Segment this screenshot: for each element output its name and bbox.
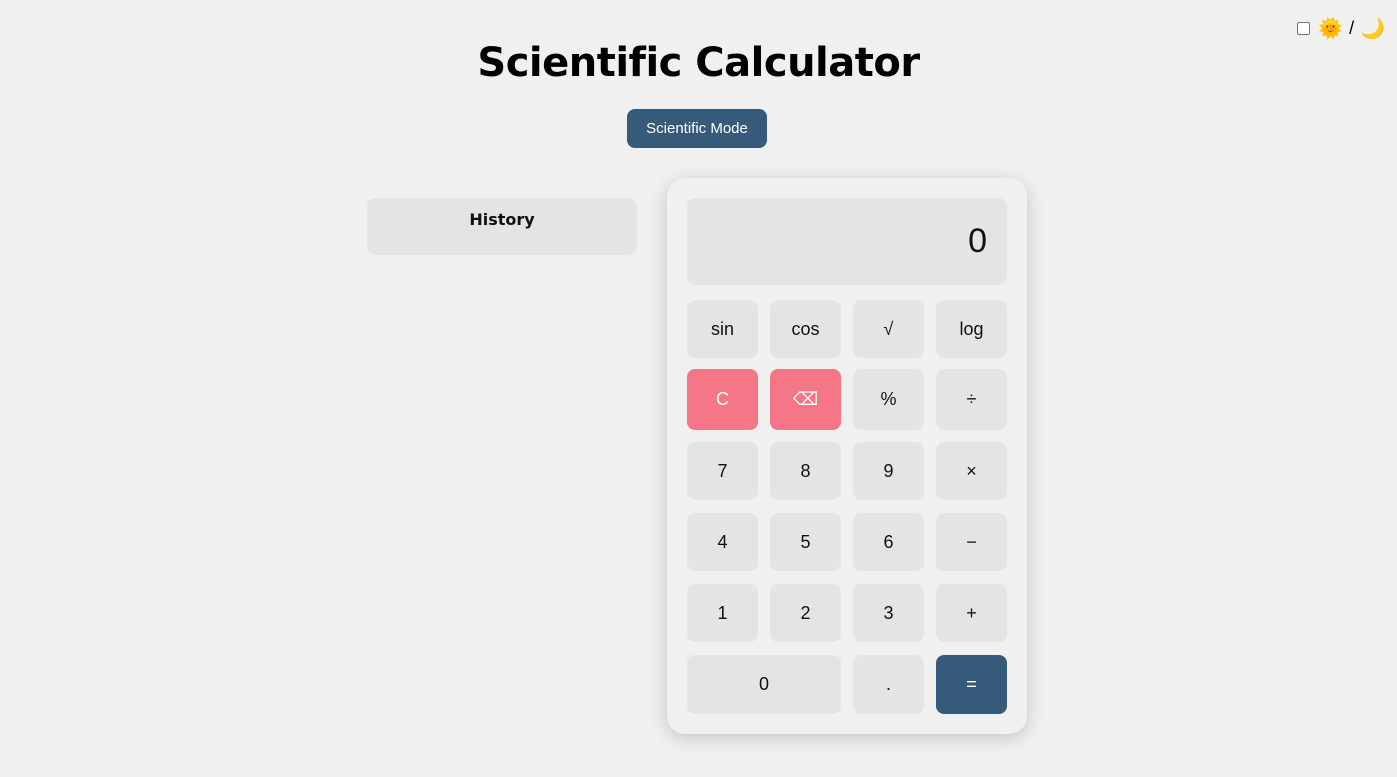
backspace-button[interactable]: ⌫ xyxy=(770,369,841,430)
calculator-display: 0 xyxy=(687,198,1007,285)
cos-button[interactable]: cos xyxy=(770,300,841,358)
clear-button[interactable]: C xyxy=(687,369,758,430)
sqrt-button[interactable]: √ xyxy=(853,300,924,358)
theme-separator: / xyxy=(1349,18,1355,38)
sun-icon: 🌞 xyxy=(1318,17,1344,40)
page-title: Scientific Calculator xyxy=(477,40,920,86)
digit-4-button[interactable]: 4 xyxy=(687,513,758,571)
digit-0-button[interactable]: 0 xyxy=(687,655,841,714)
theme-toggle: 🌞 / 🌙 xyxy=(1297,18,1385,39)
log-button[interactable]: log xyxy=(936,300,1007,358)
decimal-button[interactable]: . xyxy=(853,655,924,714)
sin-button[interactable]: sin xyxy=(687,300,758,358)
multiply-button[interactable]: × xyxy=(936,442,1007,500)
digit-8-button[interactable]: 8 xyxy=(770,442,841,500)
divide-button[interactable]: ÷ xyxy=(936,369,1007,430)
equals-button[interactable]: = xyxy=(936,655,1007,714)
digit-3-button[interactable]: 3 xyxy=(853,584,924,642)
history-panel: History xyxy=(367,198,637,255)
moon-icon: 🌙 xyxy=(1360,17,1385,40)
plus-button[interactable]: + xyxy=(936,584,1007,642)
theme-toggle-checkbox[interactable] xyxy=(1297,22,1311,35)
digit-5-button[interactable]: 5 xyxy=(770,513,841,571)
page: 🌞 / 🌙 Scientific Calculator Scientific M… xyxy=(0,0,1397,777)
digit-1-button[interactable]: 1 xyxy=(687,584,758,642)
calculator: 0 sin cos √ log C ⌫ % ÷ 7 8 9 × 4 5 6 − … xyxy=(667,178,1027,734)
digit-9-button[interactable]: 9 xyxy=(853,442,924,500)
digit-7-button[interactable]: 7 xyxy=(687,442,758,500)
scientific-mode-button[interactable]: Scientific Mode xyxy=(627,109,767,148)
percent-button[interactable]: % xyxy=(853,369,924,430)
digit-2-button[interactable]: 2 xyxy=(770,584,841,642)
minus-button[interactable]: − xyxy=(936,513,1007,571)
digit-6-button[interactable]: 6 xyxy=(853,513,924,571)
history-title: History xyxy=(469,210,535,229)
